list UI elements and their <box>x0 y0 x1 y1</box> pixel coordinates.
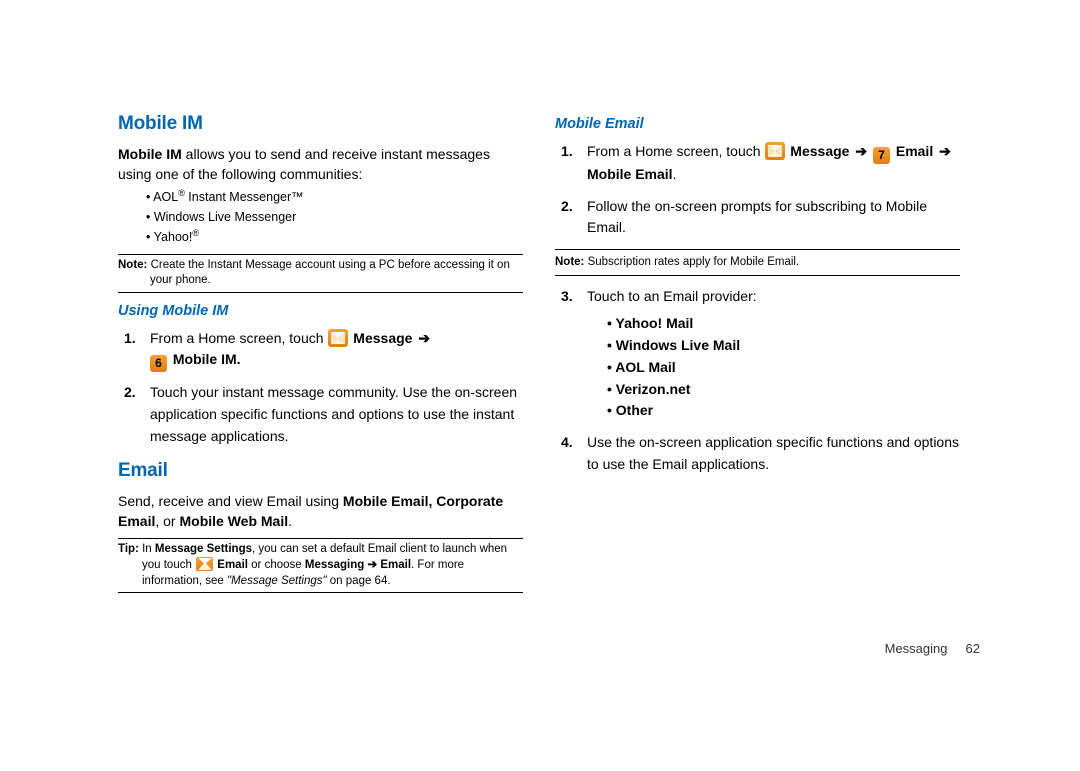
provider-verizon: • Verizon.net <box>607 379 960 401</box>
me-s1-pre: From a Home screen, touch <box>587 143 764 159</box>
tip-s3: or choose <box>248 559 305 571</box>
me-s1-email: Email ➔ <box>896 143 953 159</box>
step-num-1: 1. <box>124 328 150 373</box>
note-sub-body: Subscription rates apply for Mobile Emai… <box>584 256 799 268</box>
email-intro: Send, receive and view Email using Mobil… <box>118 491 523 532</box>
aol-text: AOL <box>153 190 178 204</box>
left-column: Mobile IM Mobile IM allows you to send a… <box>118 110 523 601</box>
im-step-2-body: Touch your instant message community. Us… <box>150 382 523 447</box>
tip-italic: "Message Settings" <box>227 575 327 587</box>
bullet-yahoo: Yahoo!® <box>146 227 523 248</box>
using-im-steps: 1. From a Home screen, touch Message ➔ 6… <box>124 328 523 448</box>
heading-email: Email <box>118 457 523 485</box>
yahoo-sup: ® <box>192 228 199 238</box>
me-s1-msg: Message ➔ <box>790 143 869 159</box>
mobile-email-steps: 1. From a Home screen, touch Message ➔ 7… <box>561 141 960 239</box>
yahoo-text: Yahoo! <box>154 230 193 244</box>
tip-s5: on page 64. <box>327 575 391 587</box>
tip-b4: Email <box>380 559 411 571</box>
me-step-num-4: 4. <box>561 432 587 475</box>
bullet-wlm: Windows Live Messenger <box>146 208 523 227</box>
bullet-aol: AOL® Instant Messenger™ <box>146 187 523 208</box>
me-step3-text: Touch to an Email provider: <box>587 286 960 308</box>
tip-b1: Message Settings <box>155 543 252 555</box>
aol-sup: ® <box>178 188 185 198</box>
page: Mobile IM Mobile IM allows you to send a… <box>0 0 1080 631</box>
step1-pre: From a Home screen, touch <box>150 330 327 346</box>
message-icon <box>328 329 348 347</box>
mobile-im-intro: Mobile IM allows you to send and receive… <box>118 144 523 185</box>
right-column: Mobile Email 1. From a Home screen, touc… <box>555 110 960 601</box>
tip-b3: Messaging <box>305 559 364 571</box>
me-step-4-body: Use the on-screen application specific f… <box>587 432 960 475</box>
me-step-num-3: 3. <box>561 286 587 422</box>
heading-using-mobile-im: Using Mobile IM <box>118 301 523 322</box>
tip-s1: In <box>139 543 155 555</box>
me-step-num-1: 1. <box>561 141 587 186</box>
im-step-1: 1. From a Home screen, touch Message ➔ 6… <box>124 328 523 373</box>
me-step-1: 1. From a Home screen, touch Message ➔ 7… <box>561 141 960 186</box>
me-step-num-2: 2. <box>561 196 587 239</box>
email-b2: Mobile Web Mail <box>179 513 288 529</box>
provider-other: • Other <box>607 400 960 422</box>
aol-post: Instant Messenger™ <box>185 190 304 204</box>
email-mid: , or <box>155 513 179 529</box>
mobile-email-steps-2: 3. Touch to an Email provider: • Yahoo! … <box>561 286 960 476</box>
num-7-icon: 7 <box>873 147 890 164</box>
im-step-1-body: From a Home screen, touch Message ➔ 6 Mo… <box>150 328 523 373</box>
tip-b2: Email <box>217 559 248 571</box>
note-create-account: Note: Create the Instant Message account… <box>118 254 523 293</box>
provider-yahoo: • Yahoo! Mail <box>607 313 960 335</box>
note-sub-label: Note: <box>555 256 584 268</box>
provider-aol: • AOL Mail <box>607 357 960 379</box>
me-step-3-body: Touch to an Email provider: • Yahoo! Mai… <box>587 286 960 422</box>
heading-mobile-im: Mobile IM <box>118 110 523 138</box>
step-num-2: 2. <box>124 382 150 447</box>
step1-mobile-im-label: Mobile IM. <box>173 351 241 367</box>
im-step-2: 2. Touch your instant message community.… <box>124 382 523 447</box>
page-footer: Messaging 62 <box>885 641 980 656</box>
email-pre: Send, receive and view Email using <box>118 493 343 509</box>
me-step-2-body: Follow the on-screen prompts for subscri… <box>587 196 960 239</box>
footer-page: 62 <box>966 641 980 656</box>
provider-wlm: • Windows Live Mail <box>607 335 960 357</box>
message-icon-2 <box>765 142 785 160</box>
num-6-icon: 6 <box>150 355 167 372</box>
me-step-3: 3. Touch to an Email provider: • Yahoo! … <box>561 286 960 422</box>
me-s1-per: . <box>673 166 677 182</box>
me-step-1-body: From a Home screen, touch Message ➔ 7 Em… <box>587 141 960 186</box>
heading-mobile-email: Mobile Email <box>555 114 960 135</box>
tip-arrow: ➔ <box>364 559 380 571</box>
mobile-im-bold: Mobile IM <box>118 146 182 162</box>
tip-block: Tip: In Message Settings, you can set a … <box>118 538 523 594</box>
im-communities-list: AOL® Instant Messenger™ Windows Live Mes… <box>146 187 523 247</box>
note-label: Note: <box>118 259 147 271</box>
step1-message-label: Message ➔ <box>353 330 432 346</box>
email-end: . <box>288 513 292 529</box>
footer-section: Messaging <box>885 641 948 656</box>
provider-list: • Yahoo! Mail • Windows Live Mail • AOL … <box>607 313 960 421</box>
email-icon-small <box>196 557 213 571</box>
me-s1-me: Mobile Email <box>587 166 673 182</box>
me-step-2: 2. Follow the on-screen prompts for subs… <box>561 196 960 239</box>
tip-label: Tip: <box>118 543 139 555</box>
note-body: Create the Instant Message account using… <box>147 259 509 287</box>
me-step-4: 4. Use the on-screen application specifi… <box>561 432 960 475</box>
note-subscription: Note: Subscription rates apply for Mobil… <box>555 249 960 276</box>
